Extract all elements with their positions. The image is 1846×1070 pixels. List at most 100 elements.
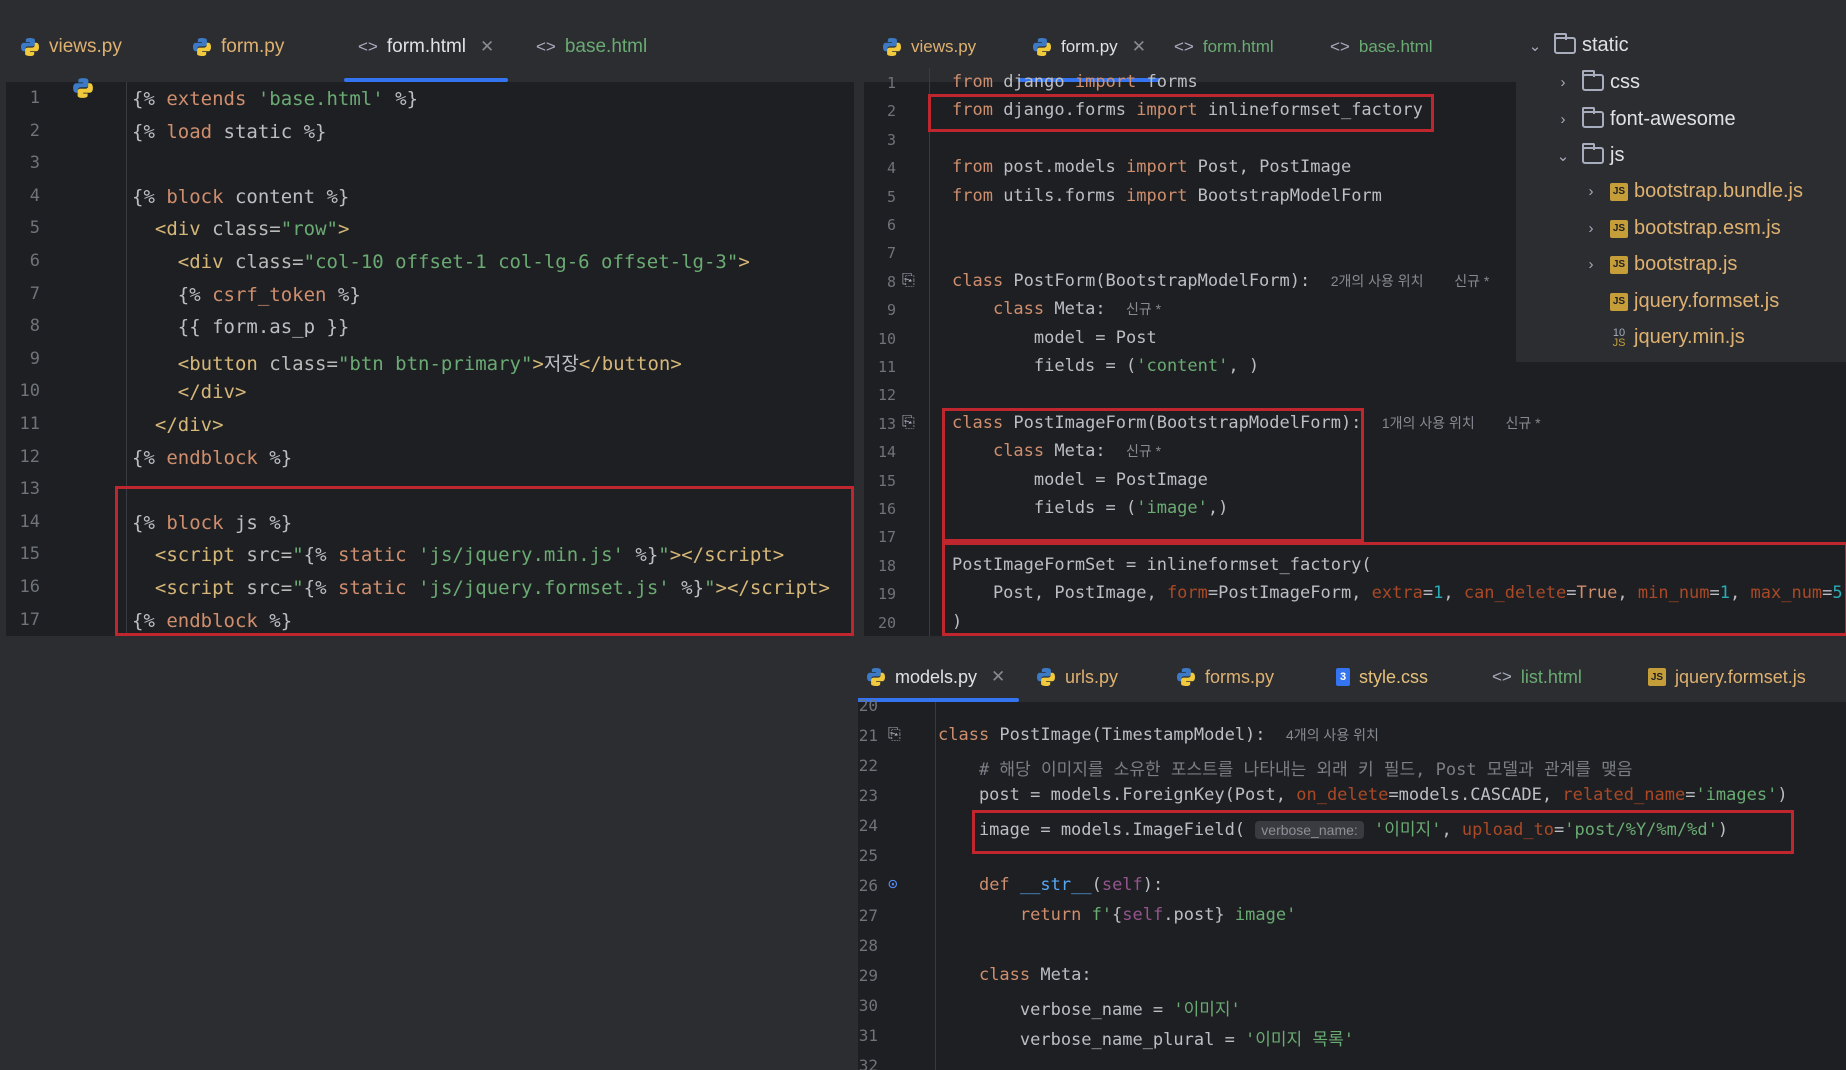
tab-base-html[interactable]: <> base.html	[536, 12, 647, 82]
js-file-icon: JS	[1610, 182, 1628, 201]
tab-label: models.py	[895, 666, 978, 687]
editor-pane-form-html: views.py form.py <> form.html ✕ <> base.…	[6, 12, 854, 636]
line-number: 12	[877, 386, 896, 405]
close-icon[interactable]: ✕	[1132, 37, 1146, 57]
implemented-icon: ⎘	[902, 270, 915, 289]
minified-js-icon: 10 JS	[1612, 326, 1626, 349]
line-number: 16	[19, 577, 40, 597]
tab-models-py[interactable]: models.py ✕	[858, 652, 1020, 702]
code-line: verbose_name = '이미지'	[938, 1000, 1241, 1020]
tab-label: views.py	[911, 37, 977, 56]
line-number: 11	[877, 358, 896, 376]
code-line: fields = ('content', )	[952, 356, 1260, 376]
python-icon	[1036, 667, 1056, 687]
close-icon[interactable]: ✕	[480, 37, 494, 57]
line-number: 10	[19, 381, 40, 402]
tab-forms-py[interactable]: forms.py	[1176, 652, 1274, 702]
tree-item-label: bootstrap.js	[1634, 253, 1738, 275]
line-number: 25	[858, 846, 878, 865]
new-hint: 신규 *	[1505, 414, 1541, 431]
chevron-right-icon[interactable]: ›	[1582, 256, 1600, 273]
usages-hint[interactable]: 4개의 사용 위치	[1286, 727, 1379, 743]
chevron-right-icon[interactable]: ›	[1582, 220, 1600, 237]
chevron-right-icon[interactable]: ›	[1582, 183, 1600, 200]
chevron-right-icon[interactable]: ›	[1554, 74, 1572, 91]
code-line: class Meta: 신규 *	[992, 299, 1162, 320]
line-number: 20	[877, 613, 896, 632]
line-number: 13	[19, 479, 40, 500]
tab-form-html[interactable]: <> form.html ✕	[343, 12, 509, 82]
chevron-right-icon[interactable]: ›	[1554, 111, 1572, 128]
code-line: {{ form.as_p }}	[132, 316, 350, 339]
python-icon	[72, 77, 94, 103]
folder-icon	[1582, 143, 1604, 164]
tab-form-py[interactable]: form.py	[192, 12, 284, 82]
line-number: 28	[858, 936, 878, 955]
tree-item-label: css	[1610, 71, 1640, 93]
html-icon: <>	[358, 37, 378, 56]
code-line: # 해당 이미지를 소유한 포스트를 나타내는 외래 키 필드, Post 모델…	[978, 760, 1633, 780]
js-file-icon: JS	[1610, 219, 1628, 238]
editor-pane-models-py: models.py ✕ urls.py forms.py 3 style.css…	[858, 652, 1846, 1070]
editor-tabbar: views.py form.py <> form.html ✕ <> base.…	[6, 12, 854, 82]
tree-item-bootstrap-bundle-js[interactable]: › JS bootstrap.bundle.js	[1582, 180, 1804, 203]
line-number: 4	[886, 159, 896, 178]
highlight-box	[972, 810, 1794, 854]
tab-views-py[interactable]: views.py	[20, 12, 122, 82]
line-number: 15	[19, 544, 40, 565]
line-number: 26	[858, 876, 878, 895]
chevron-down-icon[interactable]: ⌄	[1554, 147, 1572, 165]
tree-item-static[interactable]: ⌄ static	[1526, 33, 1629, 57]
code-editor[interactable]: class PostImage(TimestampModel): 4개의 사용 …	[938, 725, 1844, 1070]
tree-item-jquery-min-js[interactable]: 10 JS jquery.min.js	[1600, 326, 1745, 349]
folder-icon	[1554, 33, 1576, 54]
tree-item-bootstrap-esm-js[interactable]: › JS bootstrap.esm.js	[1582, 217, 1781, 240]
tab-urls-py[interactable]: urls.py	[1036, 652, 1118, 702]
code-line: from post.models import Post, PostImage	[952, 157, 1352, 178]
html-icon: <>	[536, 37, 556, 56]
new-hint: 신규 *	[1454, 272, 1490, 289]
js-file-icon: JS	[1610, 292, 1628, 311]
tab-list-html[interactable]: <> list.html	[1492, 652, 1582, 702]
gutter-separator	[929, 68, 930, 636]
line-number: 3	[29, 153, 40, 174]
highlight-box	[942, 542, 1846, 636]
new-hint: 신규 *	[1126, 301, 1162, 318]
tab-label: views.py	[49, 36, 122, 57]
python-icon	[20, 37, 40, 57]
code-line: verbose_name_plural = '이미지 목록'	[938, 1030, 1354, 1050]
python-icon	[1176, 667, 1196, 687]
usages-hint[interactable]: 2개의 사용 위치	[1331, 273, 1424, 289]
line-number: 10	[877, 329, 896, 348]
line-number: 2	[29, 120, 40, 141]
tree-item-label: bootstrap.bundle.js	[1634, 180, 1804, 202]
tree-item-jquery-formset-js[interactable]: JS jquery.formset.js	[1600, 290, 1779, 313]
close-icon[interactable]: ✕	[991, 667, 1005, 687]
tab-style-css[interactable]: 3 style.css	[1336, 652, 1428, 702]
tree-item-label: bootstrap.esm.js	[1634, 217, 1781, 239]
line-number: 31	[858, 1026, 878, 1045]
line-number: 8	[29, 316, 40, 337]
tree-item-css[interactable]: › css	[1554, 70, 1640, 94]
highlight-box	[942, 408, 1364, 542]
tree-item-bootstrap-js[interactable]: › JS bootstrap.js	[1582, 253, 1738, 276]
line-number: 9	[886, 301, 896, 320]
tab-label: forms.py	[1205, 666, 1275, 687]
code-line: class PostForm(BootstrapModelForm): 2개의 …	[952, 270, 1490, 291]
tab-label: jquery.formset.js	[1675, 666, 1806, 687]
usages-hint[interactable]: 1개의 사용 위치	[1382, 415, 1475, 431]
line-number: 4	[29, 185, 40, 206]
line-number: 2	[886, 102, 896, 121]
line-number: 12	[19, 446, 40, 467]
line-number: 29	[858, 966, 878, 985]
css-icon: 3	[1336, 668, 1350, 686]
tab-jquery-formset-js[interactable]: JS jquery.formset.js	[1648, 652, 1806, 702]
line-number: 11	[19, 414, 40, 434]
code-line: <div class="col-10 offset-1 col-lg-6 off…	[177, 251, 750, 273]
line-number: 17	[877, 528, 896, 547]
chevron-down-icon[interactable]: ⌄	[1526, 37, 1544, 55]
tree-item-font-awesome[interactable]: › font-awesome	[1554, 107, 1736, 131]
tree-item-js[interactable]: ⌄ js	[1554, 143, 1624, 167]
line-number: 14	[877, 443, 896, 462]
js-icon: JS	[1648, 668, 1666, 686]
